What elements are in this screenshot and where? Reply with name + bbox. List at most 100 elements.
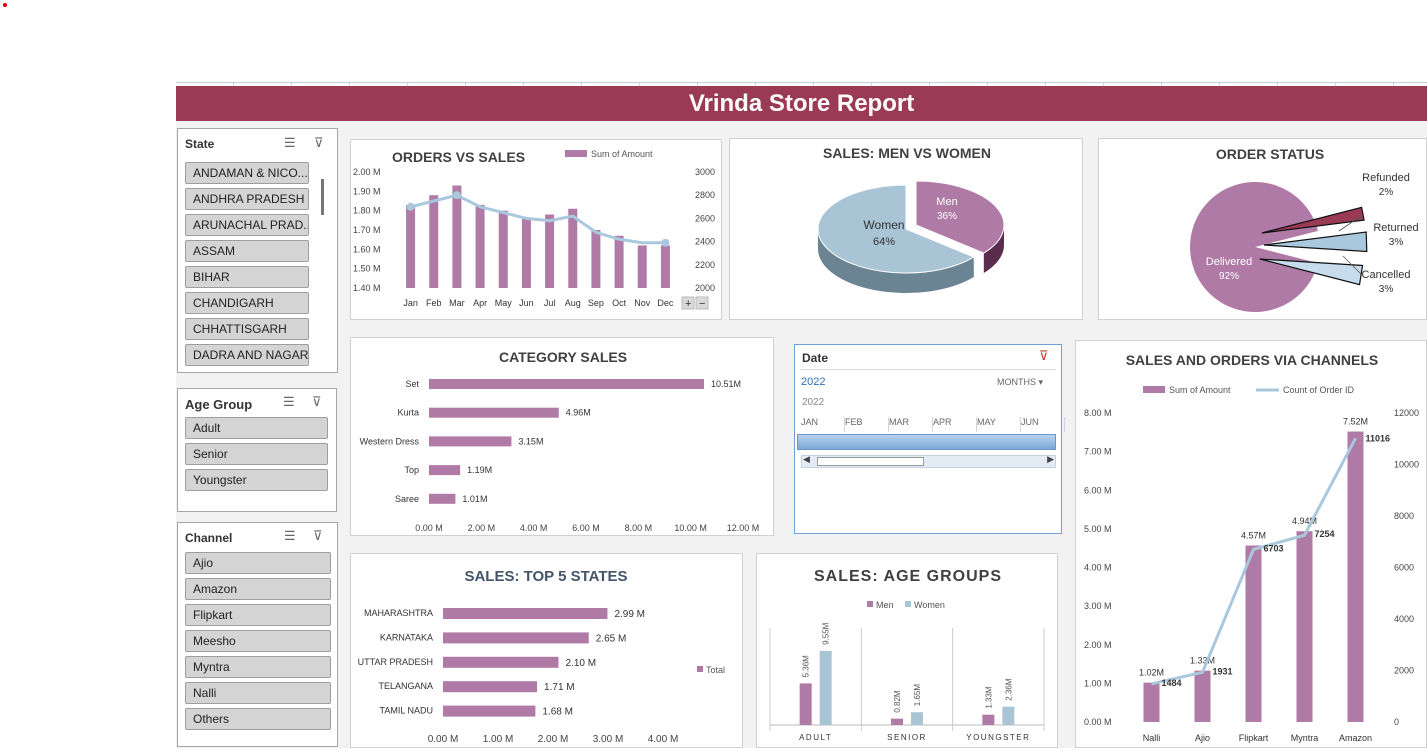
slice-value: 64% — [873, 236, 895, 248]
timeline-scrollbar[interactable]: ◀ ▶ — [801, 454, 1056, 468]
state-slicer-item[interactable]: CHANDIGARH — [185, 292, 309, 314]
y2-axis-tick: 2000 — [1394, 666, 1414, 676]
category-label: MAHARASHTRA — [364, 608, 433, 618]
data-label: 5.36M — [802, 655, 811, 678]
scroll-right-icon[interactable]: ▶ — [1047, 454, 1054, 465]
y2-axis-tick: 2000 — [695, 283, 715, 293]
series-line — [410, 193, 666, 245]
clear-filter-icon[interactable]: ⊽ — [1039, 348, 1049, 364]
scroll-thumb[interactable] — [817, 457, 924, 466]
y-axis-tick: 1.60 M — [353, 244, 381, 254]
multi-select-icon[interactable]: ☰ — [283, 394, 295, 410]
chart-title: SALES AND ORDERS VIA CHANNELS — [1126, 352, 1379, 368]
legend-label: Men — [876, 600, 894, 610]
x-axis-tick: 4.00 M — [648, 734, 679, 745]
bar — [911, 712, 923, 725]
channel-slicer-item[interactable]: Nalli — [185, 682, 331, 704]
bar — [660, 245, 670, 288]
timeline-month-label[interactable]: JUN — [1021, 417, 1065, 432]
bar — [443, 608, 608, 619]
category-label: TAMIL NADU — [379, 706, 433, 716]
bar — [545, 214, 555, 288]
timeline-month-label[interactable]: FEB — [845, 417, 889, 432]
timeline-month-label[interactable]: MAR — [889, 417, 933, 432]
state-slicer-item[interactable]: ANDHRA PRADESH — [185, 188, 309, 210]
y2-axis-tick: 2600 — [695, 213, 715, 223]
x-axis-tick: 3.00 M — [593, 734, 624, 745]
multi-select-icon[interactable]: ☰ — [284, 528, 296, 544]
data-label: 1484 — [1162, 678, 1182, 688]
channel-slicer-item[interactable]: Others — [185, 708, 331, 730]
bar — [982, 714, 995, 725]
slice-value: 92% — [1219, 271, 1239, 282]
minus-icon: − — [699, 298, 705, 310]
chart-title: CATEGORY SALES — [499, 349, 627, 365]
data-label: 9.55M — [822, 622, 831, 645]
y-axis-tick: 1.50 M — [353, 264, 381, 274]
timeline-bar[interactable] — [797, 434, 1056, 450]
x-axis-tick: 12.00 M — [727, 523, 760, 533]
legend-label: Women — [914, 600, 945, 610]
chart-title: ORDER STATUS — [1216, 146, 1324, 162]
category-label: SENIOR — [887, 733, 927, 742]
category-label: Saree — [395, 494, 419, 504]
orders-vs-sales-panel: ORDERS VS SALES Sum of Amount 2.00 M 1.90 M… — [350, 139, 722, 320]
x-axis-tick: 0.00 M — [428, 734, 459, 745]
channel-slicer-item[interactable]: Ajio — [185, 552, 331, 574]
category-label: Top — [404, 465, 419, 475]
age-group-slicer-item[interactable]: Adult — [185, 417, 328, 439]
timeline-level-selector[interactable]: MONTHS ▾ — [997, 377, 1043, 388]
age-group-slicer-title: Age Group — [185, 397, 253, 412]
state-slicer-item[interactable]: ASSAM — [185, 240, 309, 262]
bar — [1002, 706, 1015, 725]
bar — [429, 465, 461, 476]
slice-value: 3% — [1379, 284, 1394, 295]
state-slicer-item[interactable]: ANDAMAN & NICO... — [185, 162, 309, 184]
chart-title: SALES: TOP 5 STATES — [464, 568, 627, 585]
timeline-year-label: 2022 — [802, 397, 825, 408]
state-slicer-item[interactable]: ARUNACHAL PRAD... — [185, 214, 309, 236]
state-slicer-item[interactable]: CHHATTISGARH — [185, 318, 309, 340]
chart-title: SALES: MEN VS WOMEN — [823, 145, 991, 161]
category-label: Western Dress — [360, 436, 420, 446]
x-axis-tick: May — [495, 298, 513, 308]
y2-axis-tick: 3000 — [695, 167, 715, 177]
scroll-left-icon[interactable]: ◀ — [803, 454, 810, 465]
data-label: 1.02M — [1139, 668, 1164, 678]
data-label: 1.01M — [462, 494, 487, 504]
channel-slicer-item[interactable]: Meesho — [185, 630, 331, 652]
data-label: 2.10 M — [566, 658, 597, 669]
age-groups-chart: SALES: AGE GROUPS Men Women ADULT 5.36M 9.55M… — [769, 568, 1045, 742]
clear-filter-icon[interactable]: ⊽ — [313, 528, 323, 544]
multi-select-icon[interactable]: ☰ — [284, 135, 296, 151]
x-axis-tick: Apr — [473, 298, 487, 308]
state-slicer-item[interactable]: BIHAR — [185, 266, 309, 288]
bar — [568, 208, 578, 288]
top5-states-panel: SALES: TOP 5 STATES 0.00 M 1.00 M 2.00 M 3.0… — [350, 553, 743, 748]
channel-slicer-item[interactable]: Myntra — [185, 656, 331, 678]
x-axis-tick: Sep — [588, 298, 604, 308]
channel-slicer-item[interactable]: Amazon — [185, 578, 331, 600]
x-axis-tick: Nov — [634, 298, 651, 308]
timeline-month-label[interactable]: JAN — [801, 417, 845, 432]
orders-vs-sales-chart: ORDERS VS SALES Sum of Amount 2.00 M 1.90 M… — [353, 149, 715, 310]
age-group-slicer-item[interactable]: Senior — [185, 443, 328, 465]
timeline-month-label[interactable]: MAY — [977, 417, 1021, 432]
legend-label: Sum of Amount — [1169, 385, 1231, 395]
x-axis-tick: 4.00 M — [520, 523, 548, 533]
y-axis-tick: 1.80 M — [353, 206, 381, 216]
data-label: 1931 — [1213, 666, 1233, 676]
timeline-month-label[interactable]: APR — [933, 417, 977, 432]
y-axis-tick: 6.00 M — [1084, 485, 1112, 495]
channel-slicer-item[interactable]: Flipkart — [185, 604, 331, 626]
clear-filter-icon[interactable]: ⊽ — [314, 135, 324, 151]
category-label: UTTAR PRADESH — [358, 657, 433, 667]
state-slicer-scrollbar[interactable] — [321, 179, 324, 215]
y-axis-tick: 7.00 M — [1084, 447, 1112, 457]
clear-filter-icon[interactable]: ⊽ — [312, 394, 322, 410]
men-vs-women-chart: SALES: MEN VS WOMEN Women 64% Men 36% — [817, 145, 1005, 293]
age-group-slicer-item[interactable]: Youngster — [185, 469, 328, 491]
category-label: TELANGANA — [378, 681, 433, 691]
age-group-slicer: Age Group ☰ ⊽ Adult Senior Youngster — [177, 388, 337, 512]
state-slicer-item[interactable]: DADRA AND NAGAR — [185, 344, 309, 366]
